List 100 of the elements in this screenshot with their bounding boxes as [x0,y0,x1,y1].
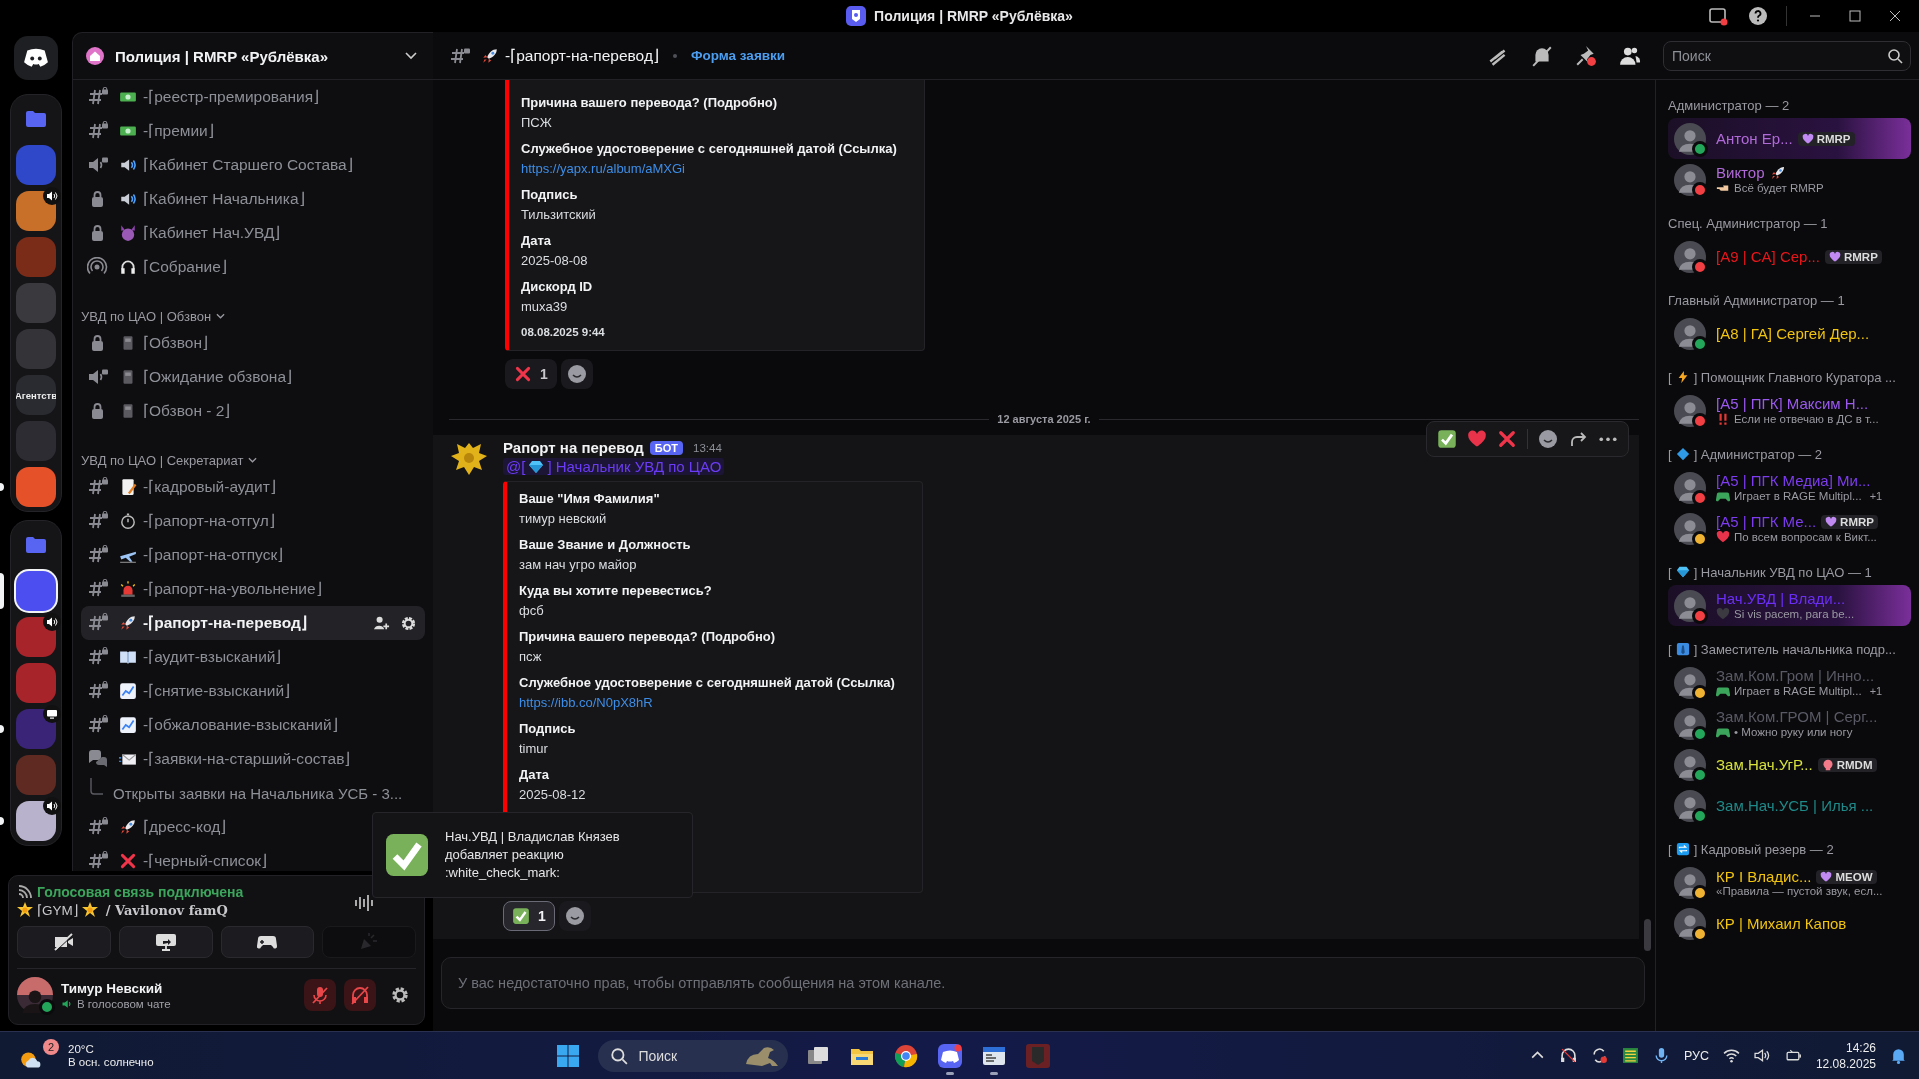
cross-icon [514,365,532,383]
locked-speaker-icon [87,367,109,387]
channel-item[interactable]: -⌈черный-список⌋ [81,844,425,871]
add-reaction-button[interactable] [558,901,591,931]
channel-item[interactable]: -⌈снятие-взысканий⌋ [81,674,425,708]
rocket-icon [1769,164,1786,181]
scrollbar[interactable] [1644,919,1651,951]
channel-title: -⌈рапорт-на-перевод⌋ [505,46,659,65]
category-header[interactable]: УВД по ЦАО | Обзвон [81,298,226,326]
headset-icon[interactable] [1559,1047,1577,1064]
volume-icon[interactable] [1753,1047,1771,1064]
member-item[interactable]: [A8 | ГА] Сергей Дер... [1668,313,1911,354]
wifi-icon[interactable] [1722,1047,1740,1064]
smiley-icon [1538,429,1558,449]
timestamp: 13:44 [693,441,722,454]
channel-item[interactable]: -⌈заявки-на-старший-состав⌋ [81,742,425,776]
category-header[interactable]: УВД по ЦАО | Секретариат [81,442,258,470]
channel-item[interactable]: ⌈Обзвон⌋ [81,326,425,360]
channel-item[interactable]: ⌈Кабинет Начальника⌋ [81,182,425,216]
clock-time[interactable]: 14:26 [1845,1040,1876,1055]
member-item[interactable]: КР | Михаил Капов [1668,903,1911,944]
member-item[interactable]: Зам.Нач.УгР... RMDM [1668,744,1911,785]
sound-wave-icon[interactable] [354,894,376,912]
activity-text: «Правила — пустой звук, есл... [1716,885,1883,897]
search-button[interactable]: Поиск [598,1039,789,1072]
member-item[interactable]: Зам.Нач.УСБ | Илья ... [1668,785,1911,826]
headphones-icon [119,258,137,276]
search-icon [610,1046,629,1065]
member-item[interactable]: Зам.Ком.ГРОМ | Серг... • Можно руку или ногу [1668,703,1911,744]
chart-icon [119,682,137,700]
activity-button[interactable] [220,926,315,958]
settings-icon[interactable] [400,614,417,632]
channel-item[interactable]: -⌈реестр-премирования⌋ [81,80,425,114]
member-item[interactable]: Зам.Ком.Гром | Инно... Играет в RAGE Multipl... +1 [1668,662,1911,703]
search-field[interactable]: Поиск [1663,40,1911,71]
channel-item[interactable]: ⌈Обзвон - 2⌋ [81,394,425,428]
group-header: [ [1668,841,1672,857]
member-item[interactable]: КР I Владис... MEOW «Правила — пустой звук, есл... [1668,862,1911,903]
channel-item[interactable]: ⌈дресс-код⌋ [81,810,425,844]
screen-button[interactable] [118,926,213,958]
server-name: / Vavilonov famQ [105,902,228,918]
url-link[interactable]: https://ibb.co/N0pX8hR [519,694,653,712]
add-reaction-button[interactable] [560,359,593,389]
server-menu-button[interactable]: Полиция | RMRP «Рублёвка» [73,33,433,80]
locked-speaker-icon [87,155,109,175]
voice-channel-name[interactable]: ⌈GYM⌋ [37,902,78,918]
thread-item[interactable]: Открыты заявки на Начальника УСБ - 3... [81,776,425,810]
group-header: [ [1668,369,1672,385]
activity-text: Si vis pacem, para be... [1734,608,1855,620]
browser-icon [894,1043,919,1068]
channel-item[interactable]: -⌈аудит-взысканий⌋ [81,640,425,674]
channel-item[interactable]: ⌈Кабинет Старшего Состава⌋ [81,148,425,182]
windows-icon [556,1043,581,1068]
microphone-off-icon [310,985,330,1005]
field-value: фсб [519,602,544,620]
url-link[interactable]: https://yapx.ru/album/aMXGi [521,160,685,178]
timer-icon [119,512,137,530]
channel-item[interactable]: ⌈Ожидание обзвона⌋ [81,360,425,394]
member-item[interactable]: [A5 | ПГК Ме... RMRP По всем вопросам к Викт... [1668,508,1911,549]
reaction-button[interactable]: 1 [503,901,555,931]
channel-item[interactable]: -⌈рапорт-на-перевод⌋ [81,606,425,640]
bell-off-icon[interactable] [1531,44,1553,67]
equalizer-icon[interactable] [1621,1047,1639,1064]
member-name: Зам.Нач.УгР... [1716,756,1813,773]
clock-date[interactable]: 12.08.2025 [1815,1056,1876,1071]
signal-icon [17,884,33,900]
channel-item[interactable]: ⌈Собрание⌋ [81,250,425,284]
reaction-button[interactable]: 1 [505,359,557,389]
member-item[interactable]: [A5 | ПГК Медиа] Ми... Играет в RAGE Multipl... +1 [1668,467,1911,508]
topic-link[interactable]: Форма заявки [690,48,786,63]
server-button[interactable] [0,571,56,611]
field-label: Дата [519,766,550,784]
window-title: Полиция | RMRP «Рублёвка» [874,8,1073,24]
member-item[interactable]: Нач.УВД | Влади... Si vis pacem, para be... [1668,585,1911,626]
member-item[interactable]: [A9 | CA] Сер... RMRP [1668,236,1911,277]
field-label: Служебное удостоверение с сегодняшней датой (Ссылка) [521,140,897,158]
home-button[interactable] [14,36,58,80]
bell-icon[interactable] [1890,1047,1907,1064]
server-button[interactable]: Агентств [0,375,56,415]
mute-button[interactable] [304,979,336,1011]
channel-item[interactable]: -⌈рапорт-на-отгул⌋ [81,504,425,538]
group-header: ] Заместитель начальника подр... [1693,641,1896,657]
channel-item[interactable]: ⌈Кабинет Нач.УВД⌋ [81,216,425,250]
server-button[interactable] [0,801,56,841]
add-member-icon[interactable] [373,614,390,632]
member-item[interactable]: Антон Ер... RMRP [1668,118,1911,159]
member-name: Виктор [1716,164,1765,181]
locked-hash-icon [87,121,109,141]
channel-item[interactable]: -⌈премии⌋ [81,114,425,148]
channel-item[interactable]: -⌈обжалование-взысканий⌋ [81,708,425,742]
member-item[interactable]: Виктор Всё будет RMRP [1668,159,1911,200]
channel-item[interactable]: -⌈рапорт-на-увольнение⌋ [81,572,425,606]
server-button[interactable] [0,709,56,749]
member-item[interactable]: [A5 | ПГК] Максим Н... Если не отвечаю в ДС в т... [1668,390,1911,431]
author-name[interactable]: Рапорт на перевод [503,439,644,456]
camera-button[interactable] [17,926,111,958]
channel-item[interactable]: -⌈рапорт-на-отпуск⌋ [81,538,425,572]
channel-item[interactable]: -⌈кадровый-аудит⌋ [81,470,425,504]
deafen-button[interactable] [344,979,376,1011]
language-indicator[interactable]: РУС [1683,1048,1709,1063]
